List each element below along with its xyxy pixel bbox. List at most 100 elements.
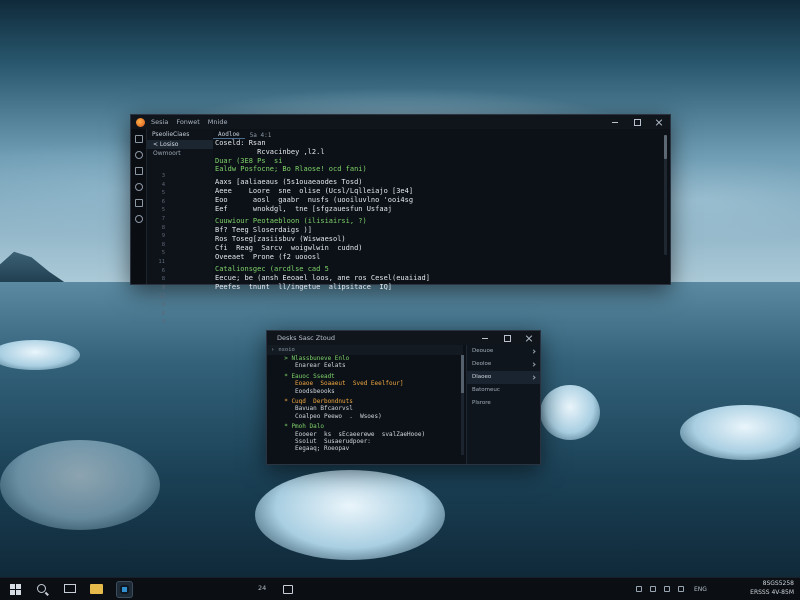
tree-line[interactable]: Eoodsbeooks xyxy=(277,388,457,395)
ice-floe xyxy=(540,385,600,440)
line-number: 6 xyxy=(161,198,165,205)
settings-icon[interactable] xyxy=(135,215,143,223)
explorer-title: PseolieCiaes xyxy=(152,131,190,138)
desktop-wallpaper xyxy=(0,0,800,600)
path-bar[interactable]: › nsoio xyxy=(267,345,463,355)
code-area[interactable]: Coseld: Rsan Rcvacinbey ,l2.l Duar (3E8 P… xyxy=(215,139,656,291)
code-line: Cfi Reag Sarcv woigwlwin cudnd) xyxy=(215,243,363,252)
code-line: Eef wnokdgl, tne [sfgzauesfun Usfaaj xyxy=(215,204,393,213)
code-line: Rcvacinbey ,l2.l xyxy=(215,147,325,156)
line-number: 8 xyxy=(161,241,165,248)
window-title: Desks Sasc Ztoud xyxy=(277,334,335,342)
maximize-icon[interactable] xyxy=(496,331,518,345)
code-line: Ros Toseg[zasiisbuv (Wiswaesol) xyxy=(215,234,346,243)
side-panel: Deouoe Deoloe Dlaoeo Batomeuc Plsrore xyxy=(466,345,540,464)
explorer-item[interactable]: < Losiso xyxy=(147,140,213,149)
code-line: Aeee Loore sne olise (Ucsl/Lqlleiajo [3e… xyxy=(215,186,414,195)
minimize-icon[interactable] xyxy=(604,115,626,129)
ice-floe xyxy=(680,405,800,460)
output-window[interactable]: Desks Sasc Ztoud › nsoio > Nlassbuneve E… xyxy=(266,330,541,465)
side-panel-item-label: Deoloe xyxy=(472,361,492,367)
code-line: Bf? Teeg Sloserdaigs )] xyxy=(215,226,312,235)
files-icon[interactable] xyxy=(135,135,143,143)
line-number: 11 xyxy=(158,258,165,265)
volume-icon[interactable] xyxy=(650,586,656,592)
tree-line[interactable]: * Pmoh Dalo xyxy=(277,423,457,430)
tree-line[interactable]: Ssoiut Susaerudpoer: xyxy=(277,438,457,445)
side-panel-item[interactable]: Deoloe xyxy=(467,358,540,371)
side-panel-item[interactable]: Batomeuc xyxy=(467,384,540,397)
folder-icon[interactable] xyxy=(90,584,103,594)
line-number: 7 xyxy=(161,215,165,222)
tree-line[interactable]: * Cuqd Derbondnuts xyxy=(277,398,457,405)
output-titlebar[interactable]: Desks Sasc Ztoud xyxy=(267,331,540,345)
tree-scrollbar[interactable] xyxy=(461,355,464,455)
line-number: 9 xyxy=(161,233,165,240)
battery-icon[interactable] xyxy=(664,586,670,592)
line-number: 12 xyxy=(158,293,165,300)
chevron-right-icon xyxy=(531,349,536,354)
app-icon[interactable] xyxy=(116,581,133,598)
side-panel-item[interactable]: Deouoe xyxy=(467,345,540,358)
tree-line[interactable]: Eegaaq; Roeopav xyxy=(277,445,457,452)
line-number: 9 xyxy=(161,301,165,308)
code-line: Peefes tnunt ll/ingetue alipsitace IQ] xyxy=(215,282,393,291)
language-indicator[interactable]: ENG xyxy=(694,586,707,593)
line-number: 5 xyxy=(161,207,165,214)
network-icon[interactable] xyxy=(636,586,642,592)
line-number: 5 xyxy=(161,190,165,197)
monitor-icon[interactable] xyxy=(283,585,293,594)
side-panel-item-label: Plsrore xyxy=(472,400,491,406)
code-line: Coseld: Rsan xyxy=(215,139,266,147)
editor-scrollbar[interactable] xyxy=(664,135,667,255)
side-panel-item-label: Dlaoeo xyxy=(472,374,492,380)
tree-view[interactable]: > Nlassbuneve Enlo Enarear Eelats * Eauo… xyxy=(277,355,457,460)
windows-logo-icon[interactable] xyxy=(10,584,21,595)
task-view-icon[interactable] xyxy=(64,584,76,593)
debug-icon[interactable] xyxy=(135,183,143,191)
line-number: 8 xyxy=(161,276,165,283)
code-line: Duar (3E8 Ps si xyxy=(215,156,283,165)
notification-icon[interactable] xyxy=(678,586,684,592)
code-line: Aaxs [aaliaeaus (5s1ouaeaodes Tosd) xyxy=(215,178,363,187)
editor-tab[interactable]: Aodloe xyxy=(213,131,245,139)
line-number: 4 xyxy=(161,181,165,188)
menu-item[interactable]: Mnide xyxy=(208,118,228,126)
close-icon[interactable] xyxy=(518,331,540,345)
tree-line[interactable]: > Nlassbuneve Enlo xyxy=(277,355,457,362)
tree-line[interactable]: Eooeer ks sEcaeerewe svalZaeHooe) xyxy=(277,431,457,438)
scrollbar-thumb[interactable] xyxy=(664,135,667,159)
editor-titlebar[interactable]: Sesia Fonwet Mnide xyxy=(131,115,670,129)
minimize-icon[interactable] xyxy=(474,331,496,345)
side-panel-item-label: Batomeuc xyxy=(472,387,500,393)
extensions-icon[interactable] xyxy=(135,199,143,207)
taskbar-label[interactable]: 24 xyxy=(258,584,266,592)
maximize-icon[interactable] xyxy=(626,115,648,129)
menu-item[interactable]: Sesia xyxy=(151,118,168,126)
tree-line[interactable]: Coalpeo Peewo . Wsoes) xyxy=(277,413,457,420)
ice-floe xyxy=(255,470,445,560)
editor-tab[interactable]: 5a 4:1 xyxy=(245,132,277,139)
side-panel-item[interactable]: Dlaoeo xyxy=(467,371,540,384)
scrollbar-thumb[interactable] xyxy=(461,355,464,393)
clock-time: 8SGS5258 xyxy=(762,580,794,587)
menu-item[interactable]: Fonwet xyxy=(176,118,199,126)
explorer-item[interactable]: Owmoort xyxy=(147,149,213,158)
chevron-right-icon xyxy=(531,362,536,367)
close-icon[interactable] xyxy=(648,115,670,129)
clock[interactable]: 8SGS5258 ERSSS 4V-85M xyxy=(750,580,794,597)
side-panel-item[interactable]: Plsrore xyxy=(467,397,540,410)
search-icon[interactable] xyxy=(37,584,46,593)
code-editor-window[interactable]: Sesia Fonwet Mnide PseolieCiaes < Losiso… xyxy=(130,114,671,325)
tree-line[interactable]: * Eauoc Sseadt xyxy=(277,373,457,380)
search-icon[interactable] xyxy=(135,151,143,159)
code-line: Eecue; be (ansh Eeoael loos, ane ros Ces… xyxy=(215,274,430,283)
window-controls xyxy=(604,115,670,129)
tree-line[interactable]: Enarear Eelats xyxy=(277,362,457,369)
source-control-icon[interactable] xyxy=(135,167,143,175)
tree-line[interactable]: Bavuan Bfcaorvsl xyxy=(277,405,457,412)
clock-date: ERSSS 4V-85M xyxy=(750,588,794,596)
tree-line[interactable]: Eoaoe Soaaeut Sved Eeelfour] xyxy=(277,380,457,387)
code-line: Cuuwiour Peotaebloon (ilisiairsi, ?) xyxy=(215,217,367,226)
code-line: Catalionsgec (arcdlse cad 5 xyxy=(215,265,329,274)
